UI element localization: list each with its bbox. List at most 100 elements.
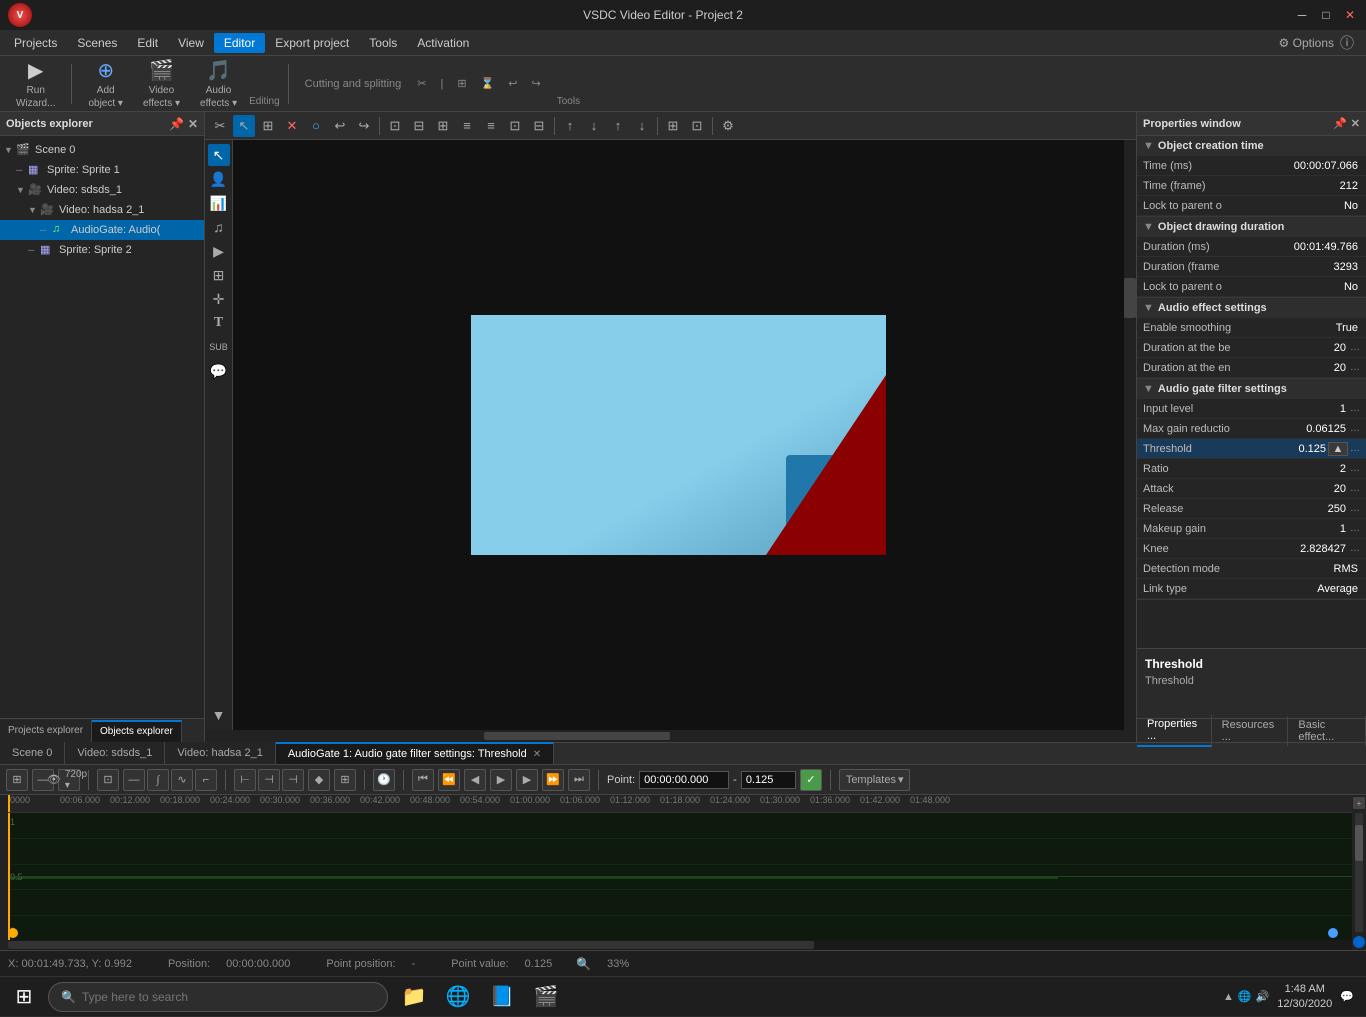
waveform-track[interactable]: 1 0.5 0 <box>8 813 1352 940</box>
align-tool2[interactable]: ≡ <box>456 115 478 137</box>
tab-audiogate[interactable]: AudioGate 1: Audio gate filter settings:… <box>276 742 554 764</box>
menu-export[interactable]: Export project <box>265 33 359 53</box>
grid-tool[interactable]: ⊞ <box>662 115 684 137</box>
tl-line-curve2[interactable]: ∿ <box>171 769 193 791</box>
props-pin-icon[interactable]: 📌 <box>1333 117 1347 130</box>
transform-tool[interactable]: ⊞ <box>257 115 279 137</box>
tl-confirm-btn[interactable]: ✓ <box>800 769 822 791</box>
menu-activation[interactable]: Activation <box>407 33 479 53</box>
tl-skip-end[interactable]: ⏭ <box>568 769 590 791</box>
settings-icon[interactable]: ⚙ Options <box>1279 36 1334 50</box>
audio-effects-button[interactable]: 🎵 Audio effects ▾ <box>192 54 245 113</box>
arrange-tool4[interactable]: ↓ <box>631 115 653 137</box>
taskbar-app-chrome[interactable]: 🌐 <box>438 977 478 1017</box>
arrange-tool2[interactable]: ↓ <box>583 115 605 137</box>
taskbar-app-word[interactable]: 📘 <box>482 977 522 1017</box>
circle-tool[interactable]: ○ <box>305 115 327 137</box>
tl-play[interactable]: ▶ <box>490 769 512 791</box>
prop-edit-dur-end[interactable]: … <box>1350 362 1360 373</box>
arrange-tool3[interactable]: ↑ <box>607 115 629 137</box>
canvas-scrollbar-h[interactable] <box>205 730 1136 742</box>
close-button[interactable]: ✕ <box>1342 7 1358 23</box>
objects-explorer-tab[interactable]: Objects explorer <box>92 720 182 742</box>
music-tool[interactable]: ♫ <box>208 216 230 238</box>
prop-edit-attack[interactable]: … <box>1350 483 1360 494</box>
taskbar-search-input[interactable] <box>82 990 375 1004</box>
tree-item-video-sdsds1[interactable]: ▼ 🎥 Video: sdsds_1 <box>0 180 204 200</box>
cursor-tool[interactable]: ↖ <box>208 144 230 166</box>
tl-mode-btn1[interactable]: ⊞ <box>6 769 28 791</box>
tl-view-btn[interactable]: 👁 720p ▾ <box>58 769 80 791</box>
prop-section-drawing-header[interactable]: ▼ Object drawing duration <box>1137 217 1366 237</box>
menu-view[interactable]: View <box>168 33 214 53</box>
tl-back-frame[interactable]: ◀ <box>464 769 486 791</box>
align-tool3[interactable]: ≡ <box>480 115 502 137</box>
props-tab-resources[interactable]: Resources ... <box>1212 716 1289 746</box>
prop-edit-input-level[interactable]: … <box>1350 403 1360 414</box>
menu-tools[interactable]: Tools <box>359 33 407 53</box>
person-tool[interactable]: 👤 <box>208 168 230 190</box>
tl-fit-btn[interactable]: ⊡ <box>97 769 119 791</box>
maximize-button[interactable]: □ <box>1318 7 1334 23</box>
tl-line-straight[interactable]: — <box>123 769 145 791</box>
tl-point-value-input[interactable] <box>639 771 729 789</box>
taskbar-app-vsdc[interactable]: 🎬 <box>526 977 566 1017</box>
cut-tool-1[interactable]: ✂ <box>411 74 432 93</box>
threshold-spinner-up[interactable]: ▲ <box>1328 442 1348 456</box>
menu-editor[interactable]: Editor <box>214 33 265 53</box>
prop-edit-knee[interactable]: … <box>1350 543 1360 554</box>
minimize-button[interactable]: ─ <box>1294 7 1310 23</box>
select-tool[interactable]: ✂ <box>209 115 231 137</box>
dist-tool1[interactable]: ⊡ <box>504 115 526 137</box>
taskbar-search-bar[interactable]: 🔍 <box>48 982 388 1012</box>
play-tool[interactable]: ▶ <box>208 240 230 262</box>
tl-line-curve1[interactable]: ∫ <box>147 769 169 791</box>
tab-scene0[interactable]: Scene 0 <box>0 742 65 764</box>
select-all-tool[interactable]: ⊡ <box>384 115 406 137</box>
canvas-scrollbar-v[interactable] <box>1124 140 1136 730</box>
tl-skip-start[interactable]: ⏮ <box>412 769 434 791</box>
delete-tool[interactable]: ✕ <box>281 115 303 137</box>
text-tool[interactable]: T <box>208 312 230 334</box>
video-effects-button[interactable]: 🎬 Video effects ▾ <box>135 54 188 113</box>
tl-expand-btn[interactable]: + <box>1353 797 1365 809</box>
tl-align-left[interactable]: ⊢ <box>234 769 256 791</box>
prop-section-creation-time-header[interactable]: ▼ Object creation time <box>1137 136 1366 156</box>
arrange-tool1[interactable]: ↑ <box>559 115 581 137</box>
objects-close-icon[interactable]: ✕ <box>188 117 198 131</box>
tl-align-right[interactable]: ⊣ <box>282 769 304 791</box>
prop-section-audio-gate-header[interactable]: ▼ Audio gate filter settings <box>1137 379 1366 399</box>
notification-icon[interactable]: 💬 <box>1340 990 1354 1003</box>
timeline-marker-end[interactable] <box>1328 928 1338 938</box>
tree-item-video-hadsa[interactable]: ▼ 🎥 Video: hadsa 2_1 <box>0 200 204 220</box>
tree-item-sprite1[interactable]: ─ ▦ Sprite: Sprite 1 <box>0 160 204 180</box>
objects-pin-icon[interactable]: 📌 <box>169 117 184 131</box>
menu-scenes[interactable]: Scenes <box>67 33 127 53</box>
taskbar-app-file-explorer[interactable]: 📁 <box>394 977 434 1017</box>
run-wizard-button[interactable]: ▶ Run Wizard... <box>8 54 63 113</box>
cut-tool-6[interactable]: ↪ <box>526 74 547 93</box>
nav-down-tool[interactable]: ▼ <box>208 704 230 726</box>
tree-item-scene0[interactable]: ▼ 🎬 Scene 0 <box>0 140 204 160</box>
projects-explorer-tab[interactable]: Projects explorer <box>0 720 92 742</box>
tab-close-audiogate[interactable]: ✕ <box>533 749 541 760</box>
tree-item-sprite2[interactable]: ─ ▦ Sprite: Sprite 2 <box>0 240 204 260</box>
cut-tool-2[interactable]: | <box>435 75 450 93</box>
tl-fwd-frame[interactable]: ▶ <box>516 769 538 791</box>
prop-section-audio-effect-header[interactable]: ▼ Audio effect settings <box>1137 298 1366 318</box>
menu-edit[interactable]: Edit <box>127 33 168 53</box>
tl-diamond-btn[interactable]: ◆ <box>308 769 330 791</box>
props-close-icon[interactable]: ✕ <box>1351 117 1360 130</box>
help-icon[interactable]: ⓘ <box>1340 33 1354 53</box>
redo-tool[interactable]: ↪ <box>353 115 375 137</box>
settings-tool[interactable]: ⚙ <box>717 115 739 137</box>
chart-tool[interactable]: 📊 <box>208 192 230 214</box>
prop-edit-makeup-gain[interactable]: … <box>1350 523 1360 534</box>
snap-tool[interactable]: ⊡ <box>686 115 708 137</box>
tl-threshold-input[interactable] <box>741 771 796 789</box>
prop-edit-release[interactable]: … <box>1350 503 1360 514</box>
start-button[interactable]: ⊞ <box>4 977 44 1017</box>
undo-tool[interactable]: ↩ <box>329 115 351 137</box>
add-object-button[interactable]: ⊕ Add object ▾ <box>80 54 130 113</box>
move-tool[interactable]: ✛ <box>208 288 230 310</box>
